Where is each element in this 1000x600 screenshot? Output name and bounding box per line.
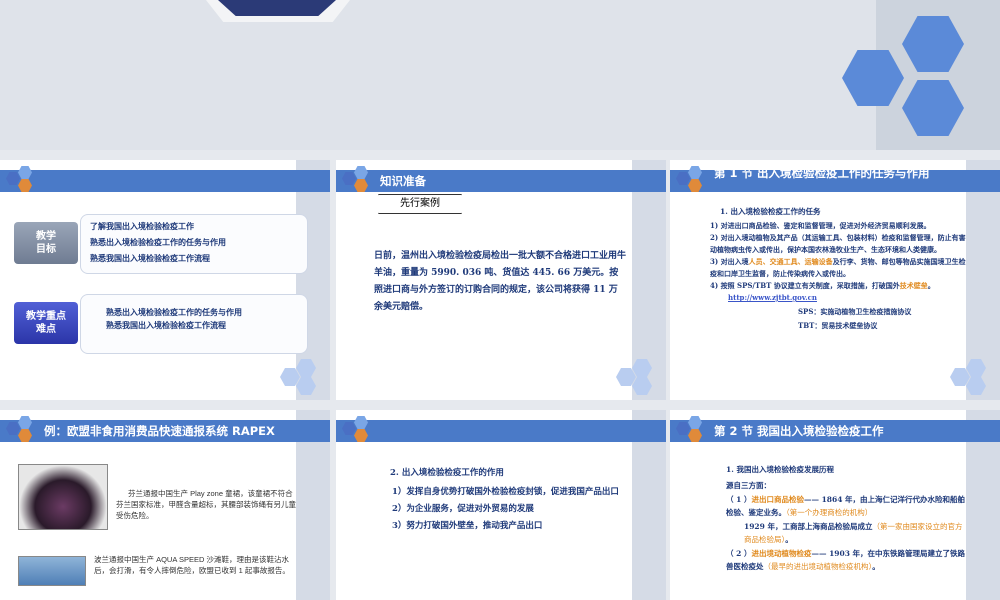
- beach-shoes-photo: [18, 556, 86, 586]
- tbt-note: TBT：贸易技术壁垒协议: [798, 321, 878, 330]
- sps-note: SPS：实施动植物卫生检疫措施协议: [798, 307, 912, 316]
- dress-photo: [18, 464, 108, 530]
- task-item-3: 3) 对出入境人员、交通工具、运输设备及行李、货物、邮包等物品实施国境卫生检疫和…: [710, 257, 966, 278]
- top-slide-preview[interactable]: [0, 0, 1000, 150]
- role-item: 2）为企业服务，促进对外贸易的发展: [392, 504, 534, 514]
- role-item: 3）努力打破国外壁垒，推动我产品出口: [392, 521, 543, 531]
- slide-thumbnail-6[interactable]: 第 2 节 我国出入境检验检疫工作 1. 我国出入境检验检疫发展历程 源自三方面…: [670, 410, 1000, 600]
- slide-thumbnail-5[interactable]: 2. 出入境检验检疫工作的作用 1）发挥自身优势打破国外检验检疫封锁，促进我国产…: [336, 410, 666, 600]
- section-heading: 2. 出入境检验检疫工作的作用: [390, 468, 504, 478]
- goal-item: 熟悉出入境检验检疫工作的任务与作用: [90, 237, 226, 247]
- slide-thumbnail-3[interactable]: 第 1 节 出入境检验检疫工作的任务与作用 1. 出入境检验检疫工作的任务 1)…: [670, 160, 1000, 400]
- goal-item: 了解我国出入境检验检疫工作: [90, 221, 194, 231]
- history-item-2: （ 2 ）进出境动植物检疫—— 1903 年，在中东铁路管理局建立了铁路兽医检疫…: [726, 549, 966, 571]
- task-item-1: 1) 对进出口商品检验、鉴定和监督管理，促进对外经济贸易顺利发展。: [710, 221, 931, 230]
- slide-title: 知识准备: [380, 174, 426, 188]
- role-item: 1）发挥自身优势打破国外检验检疫封锁，促进我国产品出口: [392, 487, 619, 497]
- slide-title-bar: [336, 420, 666, 442]
- slide-title-bar: [0, 170, 330, 192]
- slide-title: 例：欧盟非食用消费品快速通报系统 RAPEX: [44, 424, 275, 438]
- rapex-item-1: 芬兰通报中国生产 Play zone 童裙，该童裙不符合芬兰国家标准，甲醛含量超…: [116, 489, 296, 520]
- task-item-4: 4) 按照 SPS/TBT 协议建立有关制度，采取措施，打破国外技术壁垒。: [710, 281, 935, 290]
- sub-heading: 源自三方面：: [726, 481, 771, 490]
- key-item: 熟悉出入境检验检疫工作的任务与作用: [106, 307, 242, 317]
- history-item-1: （ 1 ）进出口商品检验—— 1864 年，由上海仁记洋行代办水险和船舶检验、鉴…: [726, 495, 966, 517]
- key-points-list: 熟悉出入境检验检疫工作的任务与作用 熟悉我国出入境检验检疫工作流程: [106, 306, 242, 332]
- role-list: 1）发挥自身优势打破国外检验检疫封锁，促进我国产品出口 2）为企业服务，促进对外…: [392, 484, 632, 535]
- rapex-item-2: 波兰通报中国生产 AQUA SPEED 沙滩鞋，理由是该鞋沾水后，会打滑，有令人…: [94, 555, 290, 575]
- task-item-2: 2) 对出入境动植物及其产品（其运输工具、包装材料）检疫和监督管理，防止有害动植…: [710, 233, 966, 254]
- section-heading: 1. 出入境检验检疫工作的任务: [720, 207, 821, 216]
- slide-thumbnail-2[interactable]: 知识准备 先行案例 日前，温州出入境检验检疫局检出一批大额不合格进口工业用牛羊油…: [336, 160, 666, 400]
- top-slide-thumb-image: [218, 0, 336, 16]
- website-link[interactable]: http://www.zjtbt.gov.cn: [710, 292, 968, 304]
- teaching-goal-list: 了解我国出入境检验检疫工作 熟悉出入境检验检疫工作的任务与作用 熟悉我国出入境检…: [90, 218, 226, 266]
- section-heading: 1. 我国出入境检验检疫发展历程: [726, 465, 834, 474]
- slide-thumbnail-4[interactable]: 例：欧盟非食用消费品快速通报系统 RAPEX 芬兰通报中国生产 Play zon…: [0, 410, 330, 600]
- case-text: 日前，温州出入境检验检疫局检出一批大额不合格进口工业用牛羊油，重量为 5990.…: [374, 251, 627, 312]
- history-item-1-detail: 1929 年，工商部上海商品检验局成立（第一家由国家设立的官方商品检验局）。: [744, 522, 963, 544]
- key-points-label: 教学重点 难点: [14, 302, 78, 344]
- teaching-goal-label: 教学 目标: [14, 222, 78, 264]
- key-item: 熟悉我国出入境检验检疫工作流程: [106, 320, 226, 330]
- task-list: 1) 对进出口商品检验、鉴定和监督管理，促进对外经济贸易顺利发展。 2) 对出入…: [710, 220, 968, 332]
- slide-title: 第 2 节 我国出入境检验检疫工作: [714, 424, 884, 438]
- history-list: （ 1 ）进出口商品检验—— 1864 年，由上海仁记洋行代办水险和船舶检验、鉴…: [726, 494, 968, 573]
- slide-title: 第 1 节 出入境检验检疫工作的任务与作用: [714, 166, 930, 180]
- case-tag: 先行案例: [378, 194, 462, 214]
- slide-thumbnail-1[interactable]: 教学 目标 了解我国出入境检验检疫工作 熟悉出入境检验检疫工作的任务与作用 熟悉…: [0, 160, 330, 400]
- goal-item: 熟悉我国出入境检验检疫工作流程: [90, 253, 210, 263]
